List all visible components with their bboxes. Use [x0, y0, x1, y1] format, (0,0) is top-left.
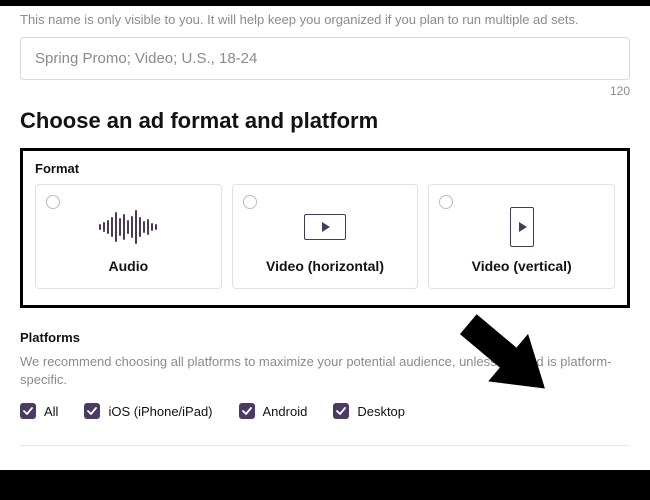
platform-checkbox-android[interactable]: Android	[239, 403, 308, 419]
window-bottom-border	[0, 470, 650, 500]
platforms-description: We recommend choosing all platforms to m…	[20, 353, 620, 389]
page-content: This name is only visible to you. It wil…	[0, 12, 650, 446]
platforms-section: Platforms We recommend choosing all plat…	[20, 330, 630, 419]
platforms-checkboxes: All iOS (iPhone/iPad) Android Desktop	[20, 403, 630, 419]
video-horizontal-icon	[304, 201, 346, 252]
page-title: Choose an ad format and platform	[20, 108, 630, 134]
format-options: Audio Video (horizontal) Video (vertical…	[35, 184, 615, 289]
format-option-video-horizontal[interactable]: Video (horizontal)	[232, 184, 419, 289]
checkbox-checked-icon	[20, 403, 36, 419]
audio-waveform-icon	[99, 201, 157, 252]
format-option-label: Video (horizontal)	[266, 258, 384, 274]
checkbox-checked-icon	[333, 403, 349, 419]
format-section: Format Audio Video (horizontal)	[20, 148, 630, 308]
platform-checkbox-desktop[interactable]: Desktop	[333, 403, 405, 419]
platforms-section-title: Platforms	[20, 330, 630, 345]
checkbox-checked-icon	[84, 403, 100, 419]
format-option-label: Audio	[109, 258, 149, 274]
platform-label: Android	[263, 404, 308, 419]
platform-checkbox-all[interactable]: All	[20, 403, 58, 419]
platform-label: All	[44, 404, 58, 419]
radio-icon	[439, 195, 453, 209]
radio-icon	[46, 195, 60, 209]
name-char-counter: 120	[20, 84, 630, 98]
divider	[20, 445, 630, 446]
name-helper-text: This name is only visible to you. It wil…	[20, 12, 630, 27]
radio-icon	[243, 195, 257, 209]
platform-label: Desktop	[357, 404, 405, 419]
format-option-label: Video (vertical)	[472, 258, 572, 274]
window-top-border	[0, 0, 650, 6]
video-vertical-icon	[510, 201, 534, 252]
format-section-title: Format	[35, 161, 615, 176]
platform-label: iOS (iPhone/iPad)	[108, 404, 212, 419]
adset-name-input[interactable]	[20, 37, 630, 80]
platform-checkbox-ios[interactable]: iOS (iPhone/iPad)	[84, 403, 212, 419]
checkbox-checked-icon	[239, 403, 255, 419]
format-option-video-vertical[interactable]: Video (vertical)	[428, 184, 615, 289]
format-option-audio[interactable]: Audio	[35, 184, 222, 289]
